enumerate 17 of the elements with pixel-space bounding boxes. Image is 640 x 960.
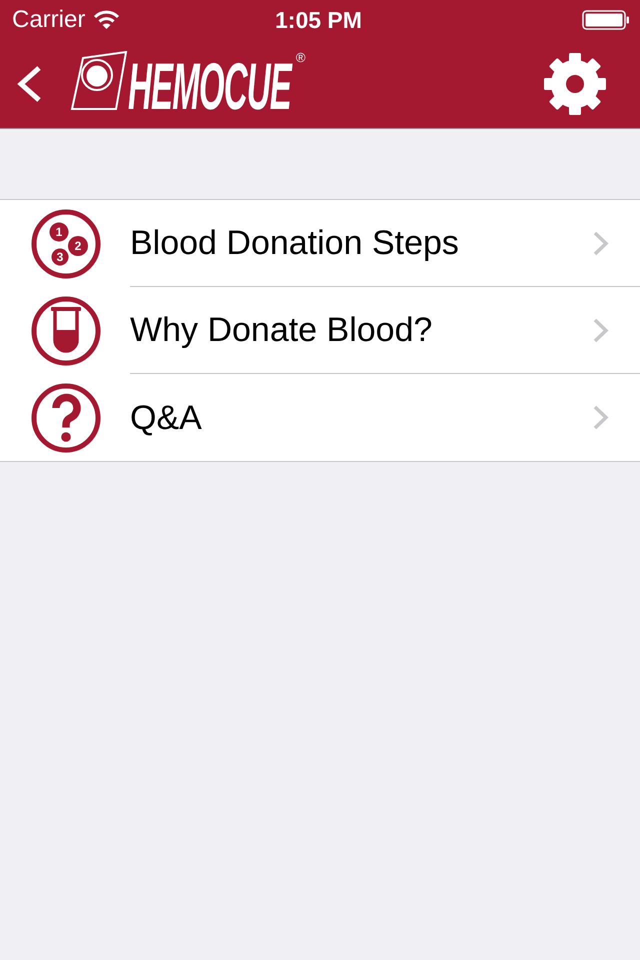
status-time: 1:05 PM bbox=[275, 8, 362, 32]
chevron-right-icon bbox=[593, 318, 609, 342]
numbered-circles-icon: 1 2 3 bbox=[31, 208, 101, 278]
carrier-label: Carrier bbox=[12, 8, 86, 32]
registered-mark: ® bbox=[296, 51, 306, 64]
question-mark-icon bbox=[31, 382, 101, 452]
test-tube-icon bbox=[31, 296, 101, 366]
logo-mark-icon bbox=[70, 51, 128, 111]
back-button[interactable] bbox=[15, 65, 43, 103]
wifi-icon bbox=[93, 10, 120, 30]
logo-wordmark: HEMOCUE bbox=[128, 53, 291, 119]
settings-icon bbox=[544, 53, 606, 115]
battery-icon bbox=[582, 10, 630, 30]
back-chevron-icon bbox=[16, 66, 42, 102]
chevron-right-icon bbox=[593, 230, 609, 256]
chevron-right-icon bbox=[593, 405, 609, 430]
settings-button[interactable] bbox=[544, 53, 606, 115]
